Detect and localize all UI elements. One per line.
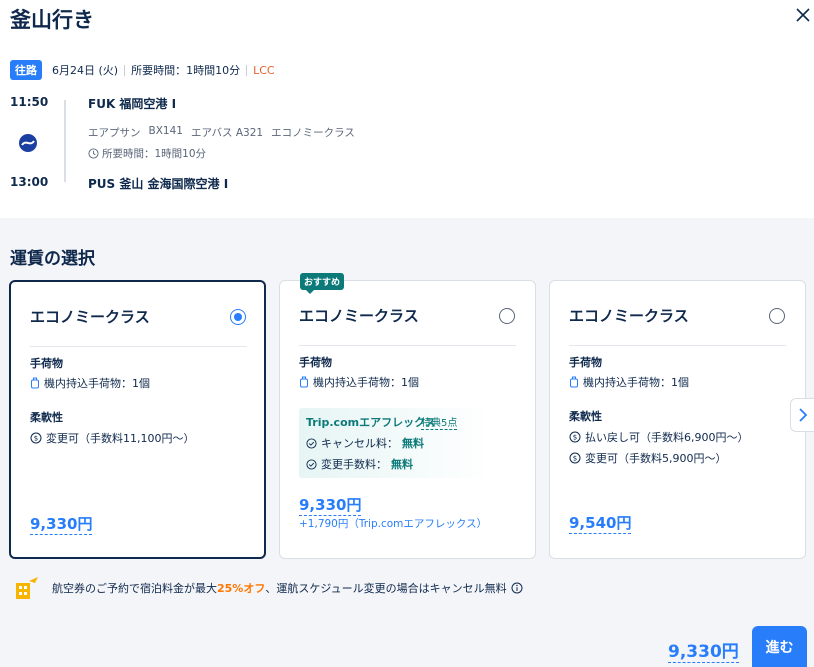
airline-name: エアプサン (88, 127, 141, 139)
divider (299, 345, 516, 346)
fare-price[interactable]: 9,330円 (299, 494, 362, 516)
air-flex-surcharge: +1,790円（Trip.comエアフレックス） (299, 518, 488, 530)
info-icon[interactable] (511, 582, 523, 594)
currency-icon: $ (569, 452, 581, 464)
fare-card-2[interactable]: エコノミークラス 手荷物 機内持込手荷物：1個 Trip.comエアフレックス … (279, 280, 536, 559)
currency-icon: $ (569, 431, 581, 443)
hotel-icon (16, 577, 38, 599)
check-circle-icon (306, 458, 317, 470)
notice-highlight: 25%オフ (217, 582, 266, 595)
baggage-heading: 手荷物 (299, 356, 332, 369)
carousel-next-button[interactable] (790, 398, 814, 432)
svg-text:$: $ (573, 455, 577, 463)
notice-prefix: 航空券のご予約で宿泊料金が最大 (52, 582, 217, 595)
fare-radio-selected[interactable] (230, 309, 246, 325)
baggage-text: 機内持込手荷物：1個 (44, 377, 150, 390)
total-price[interactable]: 9,330円 (668, 637, 739, 663)
fare-price[interactable]: 9,540円 (569, 512, 632, 534)
flex-change-label: 変更手数料： (321, 458, 387, 471)
svg-text:$: $ (573, 434, 577, 442)
divider (246, 64, 248, 76)
flight-number: BX141 (148, 125, 183, 137)
divider (569, 345, 786, 346)
flex-item-text: 払い戻し可（手数料6,900円～） (585, 431, 749, 444)
aircraft: エアバス A321 (190, 127, 264, 139)
baggage-row: 機内持込手荷物：1個 (30, 375, 150, 391)
carry-on-bag-icon (300, 376, 308, 388)
fare-card-1[interactable]: エコノミークラス 手荷物 機内持込手荷物：1個 柔軟性 $ 変更可（手数料11,… (9, 280, 266, 559)
flex-change-row: 変更手数料： 無料 (306, 456, 413, 472)
fare-type-label: LCC (253, 63, 275, 77)
hotel-discount-notice: 航空券のご予約で宿泊料金が最大 25%オフ 、運航スケジュール変更の場合はキャンセル… (14, 575, 523, 601)
arrival-airport: PUS 釜山 金海国際空港 I (88, 177, 229, 191)
flight-info: エアプサン BX141 エアバス A321 エコノミークラス (88, 125, 355, 140)
departure-time: 11:50 (10, 95, 49, 109)
carry-on-bag-icon (31, 377, 39, 389)
baggage-heading: 手荷物 (569, 356, 602, 369)
airline-logo-icon (19, 134, 37, 152)
flex-change-value: 無料 (391, 458, 413, 471)
baggage-heading: 手荷物 (30, 357, 63, 370)
baggage-row: 機内持込手荷物：1個 (299, 374, 419, 390)
air-flex-title: Trip.comエアフレックス (306, 416, 436, 429)
direction-badge: 往路 (10, 60, 42, 80)
clock-icon (88, 148, 99, 159)
flight-duration: 所要時間：1時間10分 (88, 146, 206, 161)
air-flex-benefit-link[interactable]: 特典5点 (421, 414, 458, 430)
fare-card-3[interactable]: エコノミークラス 手荷物 機内持込手荷物：1個 柔軟性 $ 払い戻し可（手数料6… (549, 280, 806, 559)
flexibility-heading: 柔軟性 (30, 411, 63, 424)
check-circle-icon (306, 437, 317, 449)
flex-item: $ 変更可（手数料5,900円～） (569, 450, 727, 466)
section-title: 運賃の選択 (10, 249, 95, 269)
flexibility-heading: 柔軟性 (569, 410, 602, 423)
flex-cancel-label: キャンセル料： (321, 437, 398, 450)
itinerary-line (64, 100, 66, 182)
duration-text: 所要時間：1時間10分 (102, 148, 207, 160)
proceed-button[interactable]: 進む (752, 626, 807, 667)
flex-cancel-row: キャンセル料： 無料 (306, 435, 424, 451)
carry-on-bag-icon (570, 376, 578, 388)
arrival-time: 13:00 (10, 175, 49, 189)
flight-meta: 往路 6月24日 (火) 所要時間：1時間10分 LCC (10, 60, 275, 80)
fare-price[interactable]: 9,330円 (30, 513, 93, 535)
page-title: 釜山行き (10, 8, 94, 32)
fare-card-title: エコノミークラス (30, 308, 150, 326)
baggage-text: 機内持込手荷物：1個 (583, 376, 689, 389)
divider (30, 346, 247, 347)
flight-date: 6月24日 (火) (52, 64, 119, 77)
flex-cancel-value: 無料 (402, 437, 424, 450)
air-flex-box: Trip.comエアフレックス 特典5点 キャンセル料： 無料 変更手数料： 無料 (299, 408, 491, 478)
flex-item-text: 変更可（手数料5,900円～） (585, 452, 727, 465)
fare-radio[interactable] (769, 308, 785, 324)
currency-icon: $ (30, 432, 42, 444)
baggage-text: 機内持込手荷物：1個 (313, 376, 419, 389)
close-icon[interactable] (794, 6, 812, 24)
svg-text:$: $ (34, 435, 38, 443)
recommended-badge: おすすめ (300, 273, 345, 294)
fare-radio[interactable] (499, 308, 515, 324)
divider (124, 64, 126, 76)
chevron-right-icon (799, 408, 808, 422)
flex-item: $ 払い戻し可（手数料6,900円～） (569, 429, 749, 445)
fare-card-title: エコノミークラス (299, 307, 419, 325)
baggage-row: 機内持込手荷物：1個 (569, 374, 689, 390)
cabin-class: エコノミークラス (271, 127, 355, 139)
flex-item-text: 変更可（手数料11,100円～） (46, 432, 195, 445)
departure-airport: FUK 福岡空港 I (88, 97, 177, 111)
flex-item: $ 変更可（手数料11,100円～） (30, 430, 195, 446)
total-duration: 所要時間：1時間10分 (131, 64, 241, 77)
fare-card-title: エコノミークラス (569, 307, 689, 325)
notice-suffix: 、運航スケジュール変更の場合はキャンセル無料 (265, 582, 507, 595)
